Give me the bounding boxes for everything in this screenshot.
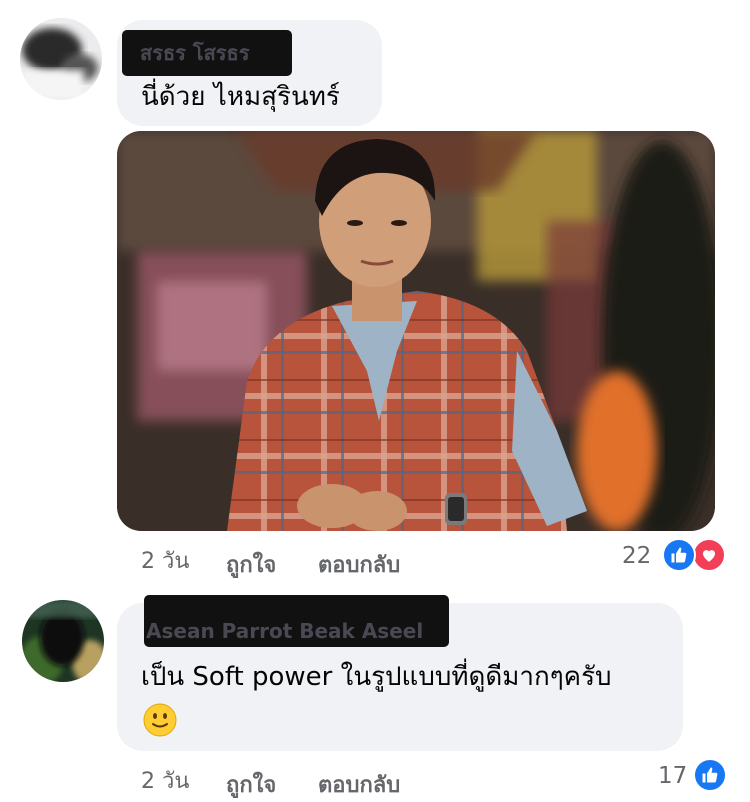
comment-text: นี่ด้วย ไหมสุรินทร์: [141, 82, 340, 112]
reply-button[interactable]: ตอบกลับ: [318, 767, 400, 802]
smiley-emoji: [143, 703, 177, 737]
avatar-image: [20, 18, 102, 100]
comment-text: เป็น Soft power ในรูปแบบที่ดูดีมากๆครับ: [141, 662, 612, 692]
photo-image: [117, 131, 715, 531]
comment-timestamp[interactable]: 2 วัน: [141, 763, 189, 798]
like-icon[interactable]: [693, 758, 727, 792]
love-icon[interactable]: [692, 538, 726, 572]
like-icon[interactable]: [662, 538, 696, 572]
like-button[interactable]: ถูกใจ: [226, 767, 276, 802]
comment-photo-attachment[interactable]: [117, 131, 715, 531]
comment-author-name[interactable]: สรธร โสรธร: [122, 30, 292, 76]
reply-button[interactable]: ตอบกลับ: [318, 547, 400, 582]
commenter-avatar[interactable]: [22, 600, 104, 682]
like-button[interactable]: ถูกใจ: [226, 547, 276, 582]
reaction-count[interactable]: 22: [622, 543, 651, 569]
reaction-count[interactable]: 17: [658, 763, 687, 789]
avatar-image: [22, 600, 104, 682]
commenter-avatar[interactable]: [20, 18, 102, 100]
comment-timestamp[interactable]: 2 วัน: [141, 543, 189, 578]
comment-author-name[interactable]: Asean Parrot Beak Aseel: [144, 595, 449, 647]
